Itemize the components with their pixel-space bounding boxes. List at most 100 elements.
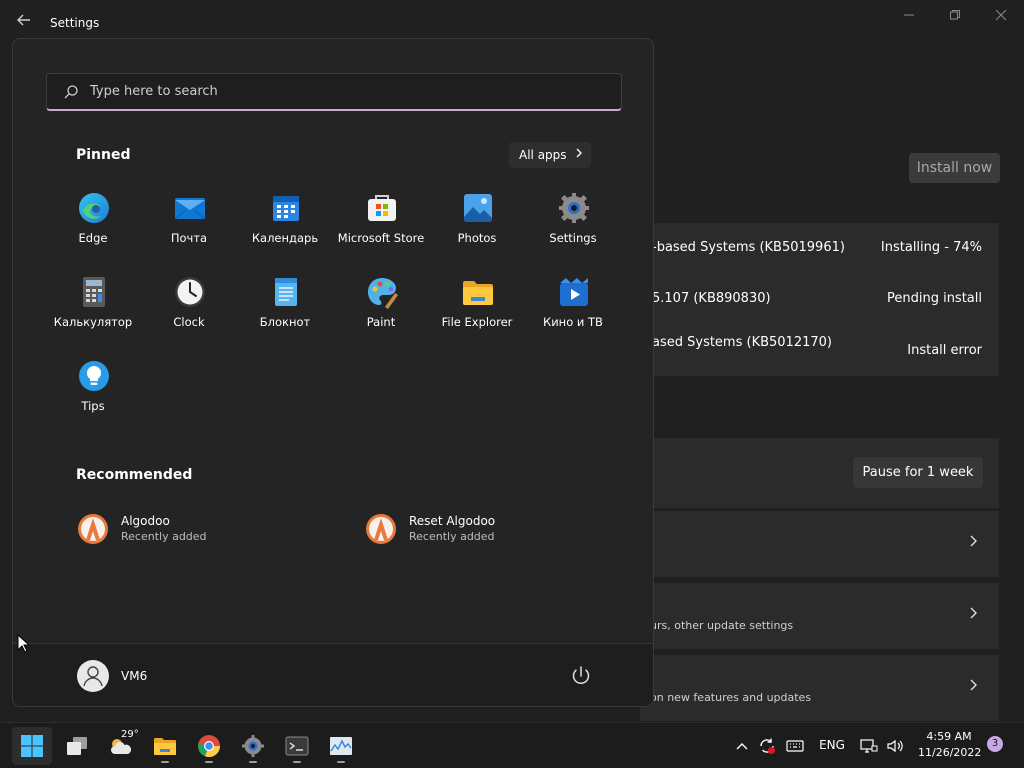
- folder-icon: [154, 738, 176, 755]
- app-label: Edge: [78, 231, 108, 245]
- user-name[interactable]: VM6: [121, 669, 147, 683]
- chrome-taskbar-button[interactable]: [189, 727, 229, 765]
- pinned-app-movies-tv[interactable]: Кино и ТВ: [525, 275, 621, 353]
- close-icon: [995, 9, 1007, 21]
- pinned-app-file-explorer[interactable]: File Explorer: [429, 275, 525, 353]
- speaker-icon: [887, 739, 903, 752]
- app-label: Settings: [549, 231, 597, 245]
- start-menu: Type here to search Pinned All apps Edge…: [12, 38, 654, 707]
- minimize-button[interactable]: [894, 6, 924, 28]
- weather-temperature: 29°: [121, 729, 139, 740]
- pinned-app-paint[interactable]: Paint: [333, 275, 429, 353]
- recommended-item-reset-algodoo[interactable]: Reset Algodoo Recently added: [365, 511, 605, 551]
- pinned-app-calendar[interactable]: Календарь: [237, 191, 333, 269]
- app-label: Почта: [170, 231, 208, 245]
- user-icon: [83, 666, 103, 687]
- pinned-app-store[interactable]: Microsoft Store: [333, 191, 429, 269]
- settings-taskbar-button[interactable]: [233, 727, 273, 765]
- update-status-3: Install error: [907, 343, 982, 358]
- chrome-icon: [198, 735, 221, 758]
- start-button[interactable]: [12, 727, 52, 765]
- pinned-app-mail[interactable]: Почта: [141, 191, 237, 269]
- settings-row-insider[interactable]: [640, 655, 999, 721]
- app-label: Блокнот: [259, 315, 311, 329]
- recommended-item-algodoo[interactable]: Algodoo Recently added: [77, 511, 317, 551]
- calendar-icon: [273, 196, 299, 221]
- running-indicator: [337, 761, 345, 763]
- store-icon: [368, 195, 396, 221]
- show-hidden-icons-button[interactable]: [732, 722, 752, 768]
- running-indicator: [205, 761, 213, 763]
- photos-icon: [464, 194, 492, 222]
- search-input[interactable]: Type here to search: [46, 73, 622, 111]
- pinned-app-settings[interactable]: Settings: [525, 191, 621, 269]
- network-icon: [860, 738, 878, 753]
- notepad-icon: [275, 278, 297, 306]
- user-avatar[interactable]: [77, 660, 109, 692]
- running-indicator: [249, 761, 257, 763]
- running-indicator: [293, 761, 301, 763]
- app-label: Photos: [457, 231, 497, 245]
- settings-icon: [242, 735, 264, 757]
- pinned-app-edge[interactable]: Edge: [45, 191, 141, 269]
- touch-keyboard-button[interactable]: [784, 722, 806, 768]
- chevron-right-icon: [575, 142, 583, 168]
- back-button[interactable]: [14, 12, 34, 30]
- settings-icon: [559, 193, 589, 223]
- resource-monitor-taskbar-button[interactable]: [321, 727, 361, 765]
- window-title: Settings: [50, 16, 100, 30]
- update-name-2: 5.107 (KB890830): [652, 291, 771, 306]
- running-indicator: [161, 761, 169, 763]
- weather-widget[interactable]: 29°: [101, 727, 141, 765]
- install-now-button[interactable]: Install now: [909, 153, 1000, 183]
- algodoo-icon: [78, 514, 108, 544]
- windows-logo-icon: [21, 735, 43, 757]
- app-label: Tips: [81, 399, 105, 413]
- mail-icon: [174, 198, 206, 220]
- volume-tray[interactable]: [884, 722, 906, 768]
- pinned-app-clock[interactable]: Clock: [141, 275, 237, 353]
- update-status-2: Pending install: [886, 291, 982, 306]
- back-arrow-icon: [17, 14, 30, 26]
- app-label: File Explorer: [441, 315, 513, 329]
- pinned-app-calculator[interactable]: Калькулятор: [45, 275, 141, 353]
- settings-row-1[interactable]: [640, 511, 999, 577]
- terminal-icon: [285, 736, 309, 756]
- pinned-app-notepad[interactable]: Блокнот: [237, 275, 333, 353]
- input-language-indicator[interactable]: ENG: [814, 722, 850, 768]
- restore-icon: [950, 10, 960, 20]
- update-name-1: -based Systems (KB5019961): [652, 240, 845, 255]
- performance-monitor-icon: [330, 737, 352, 755]
- clock-icon: [175, 277, 205, 307]
- clock-time[interactable]: 4:59 AM: [918, 730, 980, 743]
- notification-count-badge[interactable]: 3: [987, 736, 1003, 752]
- app-label: Калькулятор: [53, 315, 133, 329]
- paint-icon: [368, 278, 398, 309]
- file-explorer-taskbar-button[interactable]: [145, 727, 185, 765]
- chevron-up-icon: [736, 742, 748, 749]
- search-icon: [64, 85, 78, 99]
- power-icon[interactable]: [569, 664, 593, 688]
- clock-date[interactable]: 11/26/2022: [918, 746, 981, 759]
- all-apps-button[interactable]: All apps: [509, 142, 591, 168]
- folder-icon: [463, 281, 493, 305]
- pause-updates-button[interactable]: Pause for 1 week: [853, 457, 983, 488]
- settings-row-advanced[interactable]: [640, 583, 999, 649]
- search-placeholder: Type here to search: [90, 84, 218, 99]
- update-status-tray[interactable]: [756, 722, 778, 768]
- minimize-icon: [904, 14, 914, 16]
- task-view-button[interactable]: [57, 727, 97, 765]
- chevron-right-icon: [968, 677, 978, 696]
- all-apps-label: All apps: [519, 148, 567, 162]
- chevron-right-icon: [968, 605, 978, 624]
- app-label: Clock: [173, 315, 205, 329]
- restore-button[interactable]: [940, 6, 970, 28]
- network-tray[interactable]: [858, 722, 880, 768]
- recommended-subtitle: Recently added: [409, 530, 495, 543]
- pinned-app-photos[interactable]: Photos: [429, 191, 525, 269]
- pinned-app-tips[interactable]: Tips: [45, 359, 141, 437]
- terminal-taskbar-button[interactable]: [277, 727, 317, 765]
- app-label: Paint: [366, 315, 396, 329]
- close-button[interactable]: [986, 6, 1016, 28]
- mouse-cursor-icon: [17, 634, 29, 653]
